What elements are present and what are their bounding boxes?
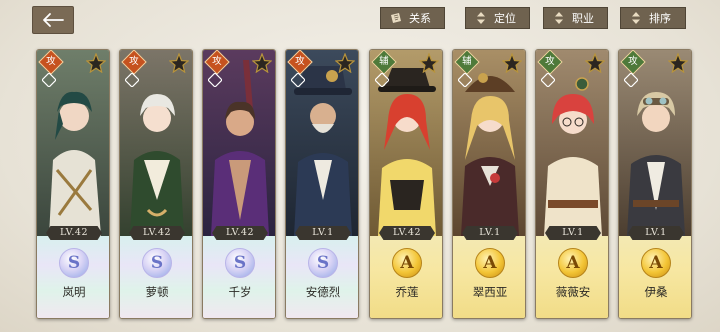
class-icon [291, 73, 305, 87]
character-card[interactable]: 攻 LV.1 A 伊桑 [618, 49, 692, 319]
class-icon [125, 73, 139, 87]
sort-label: 排序 [649, 12, 671, 25]
sort-arrows-icon [555, 12, 563, 24]
character-name: 安德烈 [305, 285, 341, 299]
sort-button[interactable]: 排序 [620, 7, 686, 29]
card-info-panel: LV.42 S 岚明 [37, 226, 109, 318]
rank-badge: A [558, 248, 588, 278]
level-label: LV.42 [379, 226, 435, 240]
card-info-panel: LV.1 A 伊桑 [619, 226, 691, 318]
card-info-panel: LV.1 A 薇薇安 [536, 226, 608, 318]
character-card-list: 攻 LV.42 S 岚明 攻 LV.42 S 萝顿 攻 LV.42 S 千岁 攻… [36, 49, 692, 319]
card-info-panel: LV.42 S 萝顿 [120, 226, 192, 318]
character-name: 萝顿 [145, 285, 169, 299]
star-icon [419, 53, 439, 73]
level-label: LV.1 [628, 226, 684, 240]
level-label: LV.1 [295, 226, 351, 240]
relation-label: 关系 [409, 12, 431, 25]
character-card[interactable]: 攻 LV.42 S 千岁 [202, 49, 276, 319]
rank-badge: S [225, 248, 255, 278]
character-name: 岚明 [62, 285, 86, 299]
rank-badge: S [142, 248, 172, 278]
class-icon [458, 73, 472, 87]
rank-badge: S [59, 248, 89, 278]
level-label: LV.1 [462, 226, 518, 240]
level-label: LV.42 [212, 226, 268, 240]
card-info-panel: LV.42 S 千岁 [203, 226, 275, 318]
position-button[interactable]: 定位 [465, 7, 530, 29]
star-icon [86, 53, 106, 73]
rank-badge: A [641, 248, 671, 278]
sort-arrows-icon [632, 12, 640, 24]
level-label: LV.42 [129, 226, 185, 240]
star-icon [585, 53, 605, 73]
back-button[interactable] [32, 6, 74, 34]
job-label: 职业 [572, 12, 594, 25]
star-icon [335, 53, 355, 73]
card-info-panel: LV.1 S 安德烈 [286, 226, 358, 318]
ticket-icon [391, 13, 401, 23]
rank-badge: A [475, 248, 505, 278]
character-card[interactable]: 攻 LV.42 S 萝顿 [119, 49, 193, 319]
star-icon [252, 53, 272, 73]
character-name: 伊桑 [644, 285, 668, 299]
rank-badge: S [308, 248, 338, 278]
character-card[interactable]: 攻 LV.42 S 岚明 [36, 49, 110, 319]
class-icon [375, 73, 389, 87]
card-info-panel: LV.1 A 翠西亚 [453, 226, 525, 318]
rank-badge: A [392, 248, 422, 278]
character-name: 乔莲 [395, 285, 419, 299]
relation-button[interactable]: 关系 [380, 7, 445, 29]
star-icon [668, 53, 688, 73]
job-button[interactable]: 职业 [543, 7, 608, 29]
class-icon [541, 73, 555, 87]
character-card[interactable]: 攻 LV.1 A 薇薇安 [535, 49, 609, 319]
level-label: LV.42 [46, 226, 102, 240]
class-icon [624, 73, 638, 87]
star-icon [169, 53, 189, 73]
character-name: 薇薇安 [555, 285, 591, 299]
character-card[interactable]: 攻 LV.1 S 安德烈 [285, 49, 359, 319]
character-card[interactable]: 辅 LV.1 A 翠西亚 [452, 49, 526, 319]
character-card[interactable]: 辅 LV.42 A 乔莲 [369, 49, 443, 319]
arrow-left-icon [43, 13, 64, 27]
position-label: 定位 [494, 12, 516, 25]
level-label: LV.1 [545, 226, 601, 240]
class-icon [208, 73, 222, 87]
star-icon [502, 53, 522, 73]
character-name: 千岁 [228, 285, 252, 299]
class-icon [42, 73, 56, 87]
sort-arrows-icon [477, 12, 485, 24]
card-info-panel: LV.42 A 乔莲 [370, 226, 442, 318]
character-name: 翠西亚 [472, 285, 508, 299]
